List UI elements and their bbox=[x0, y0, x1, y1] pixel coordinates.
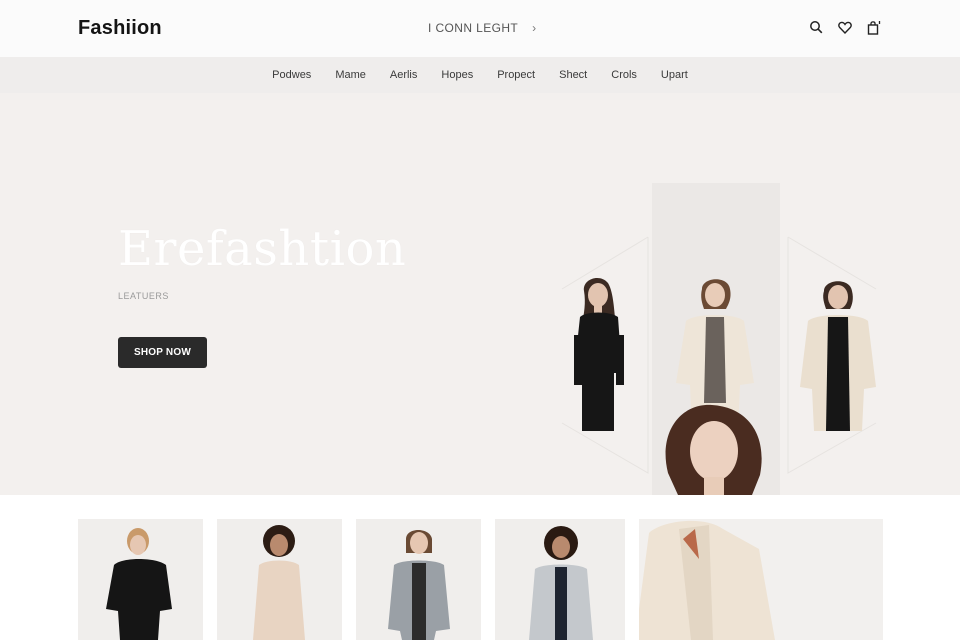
nav-item-upart[interactable]: Upart bbox=[649, 69, 700, 81]
hero-title: Erefashtion bbox=[118, 221, 407, 277]
hero-banner: Erefashtion LEATUERS SHOP NOW bbox=[0, 93, 960, 495]
product-image-light-grey-jacket bbox=[529, 526, 593, 640]
product-card[interactable] bbox=[78, 519, 203, 640]
brand-logo[interactable]: Fashiion bbox=[78, 17, 162, 40]
model-portrait-image bbox=[665, 404, 762, 495]
model-black-outfit-image bbox=[574, 277, 624, 431]
top-bar: Fashiion I CONN LEGHT › bbox=[0, 0, 960, 57]
nav-item-podwes[interactable]: Podwes bbox=[260, 69, 323, 81]
model-cream-cardigan-image bbox=[800, 281, 876, 431]
product-grid bbox=[78, 519, 883, 640]
chevron-right-icon: › bbox=[532, 21, 537, 35]
nav-item-propect[interactable]: Propect bbox=[485, 69, 547, 81]
search-icon[interactable] bbox=[808, 19, 824, 35]
main-nav: Podwes Mame Aerlis Hopes Propect Shect C… bbox=[0, 57, 960, 93]
nav-item-aerlis[interactable]: Aerlis bbox=[378, 69, 430, 81]
product-image-grey-blazer bbox=[388, 530, 450, 640]
product-card-featured[interactable] bbox=[639, 519, 883, 640]
header-icons bbox=[808, 19, 882, 35]
product-card[interactable] bbox=[217, 519, 342, 640]
hero-subtitle: LEATUERS bbox=[118, 291, 169, 301]
heart-icon[interactable] bbox=[837, 19, 853, 35]
promo-banner[interactable]: I CONN LEGHT › bbox=[428, 21, 537, 35]
bag-icon[interactable] bbox=[866, 19, 882, 35]
product-image-cream-coat bbox=[639, 520, 775, 640]
product-card[interactable] bbox=[356, 519, 481, 640]
nav-item-crols[interactable]: Crols bbox=[599, 69, 649, 81]
nav-item-mame[interactable]: Mame bbox=[323, 69, 378, 81]
product-image-black-sweater bbox=[106, 528, 172, 640]
product-image-blush-dress bbox=[253, 525, 305, 640]
nav-item-hopes[interactable]: Hopes bbox=[429, 69, 485, 81]
promo-text: I CONN LEGHT bbox=[428, 21, 519, 35]
nav-item-shect[interactable]: Shect bbox=[547, 69, 599, 81]
product-card[interactable] bbox=[495, 519, 625, 640]
shop-now-button[interactable]: SHOP NOW bbox=[118, 337, 207, 368]
